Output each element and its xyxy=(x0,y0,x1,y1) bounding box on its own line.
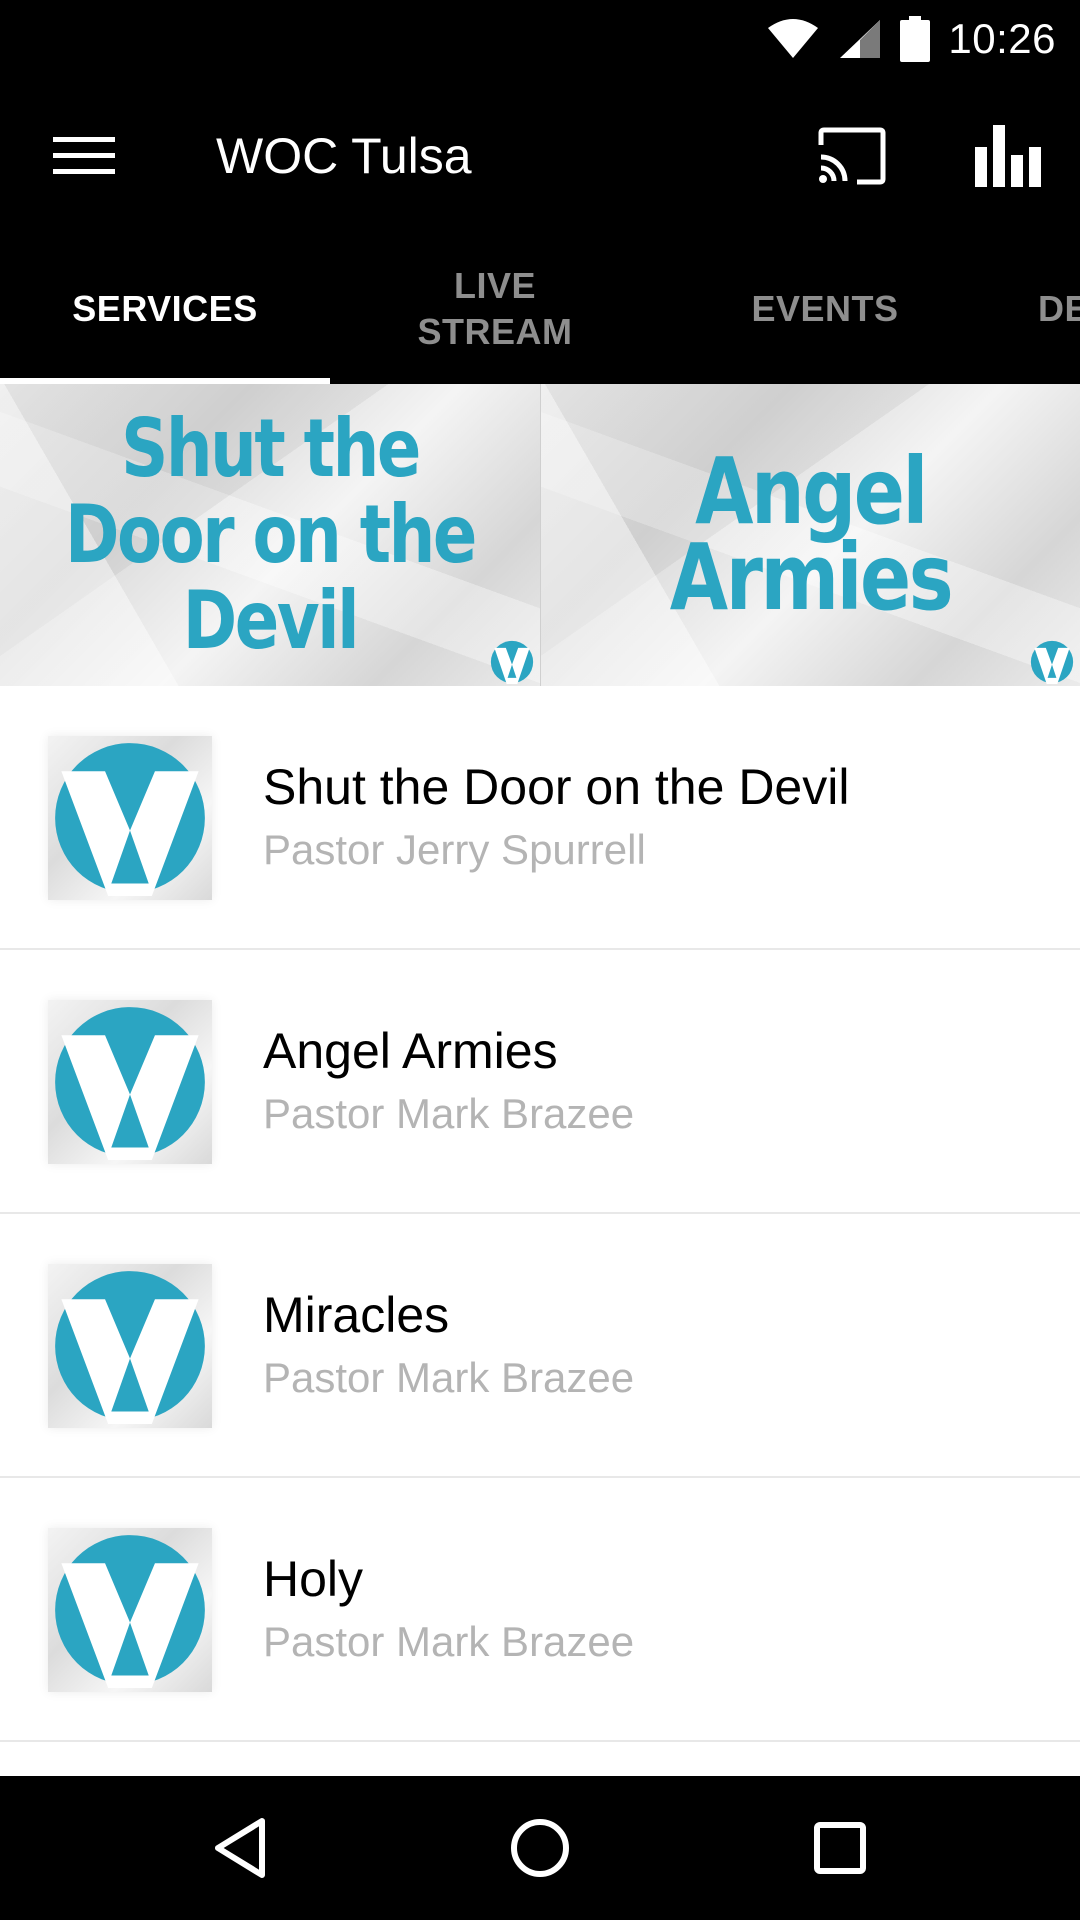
featured-banner: Shut the Door on the Devil Angel Armies xyxy=(0,384,1080,686)
status-time: 10:26 xyxy=(948,15,1056,62)
cast-icon xyxy=(818,127,886,185)
thumbnail xyxy=(48,736,212,900)
woc-logo-icon xyxy=(55,1007,205,1160)
banner-card[interactable]: Angel Armies xyxy=(540,384,1080,686)
tab-live-stream[interactable]: LIVE STREAM xyxy=(330,234,660,384)
bar-chart-icon xyxy=(975,125,1041,187)
tab-bar: SERVICES LIVE STREAM EVENTS DE xyxy=(0,234,1080,384)
app-screen: 10:26 WOC Tulsa SERVICES LIVE STREAM EVE… xyxy=(0,0,1080,1920)
woc-logo-icon xyxy=(490,640,534,684)
list-item[interactable]: Miracles Pastor Mark Brazee xyxy=(0,1214,1080,1478)
system-nav-bar xyxy=(0,1776,1080,1920)
back-icon xyxy=(215,1818,265,1878)
app-title: WOC Tulsa xyxy=(216,128,472,184)
item-title: Miracles xyxy=(263,1287,450,1343)
cast-button[interactable] xyxy=(812,123,892,189)
woc-logo-icon xyxy=(55,1271,205,1424)
item-title: Holy xyxy=(263,1551,364,1607)
tab-events[interactable]: EVENTS xyxy=(660,234,990,384)
woc-logo-icon xyxy=(55,743,205,896)
thumbnail xyxy=(48,1000,212,1164)
banner-card[interactable]: Shut the Door on the Devil xyxy=(0,384,540,686)
list-item[interactable]: Angel Armies Pastor Mark Brazee xyxy=(0,950,1080,1214)
recents-icon xyxy=(814,1822,866,1874)
item-title: Shut the Door on the Devil xyxy=(263,759,850,815)
back-button[interactable] xyxy=(204,1812,276,1884)
home-button[interactable] xyxy=(504,1812,576,1884)
app-bar: WOC Tulsa xyxy=(0,78,1080,234)
thumbnail xyxy=(48,1528,212,1692)
cell-signal-icon xyxy=(838,18,882,60)
thumbnail xyxy=(48,1264,212,1428)
list-item[interactable]: Shut the Door on the Devil Pastor Jerry … xyxy=(0,686,1080,950)
item-title: Angel Armies xyxy=(263,1023,558,1079)
menu-icon xyxy=(53,137,115,174)
item-subtitle: Pastor Mark Brazee xyxy=(263,1354,635,1401)
woc-logo-icon xyxy=(55,1535,205,1688)
item-subtitle: Pastor Jerry Spurrell xyxy=(263,826,646,873)
item-subtitle: Pastor Mark Brazee xyxy=(263,1090,635,1137)
stats-button[interactable] xyxy=(968,123,1048,189)
tab-services[interactable]: SERVICES xyxy=(0,234,330,384)
banner-title: Shut the Door on the Devil xyxy=(65,402,477,667)
banner-title: Angel Armies xyxy=(669,438,954,631)
item-subtitle: Pastor Mark Brazee xyxy=(263,1618,635,1665)
recents-button[interactable] xyxy=(804,1812,876,1884)
wifi-icon xyxy=(766,18,820,60)
list-item[interactable]: Holy Pastor Mark Brazee xyxy=(0,1478,1080,1742)
menu-button[interactable] xyxy=(48,126,120,186)
woc-logo-icon xyxy=(1030,640,1074,684)
battery-icon xyxy=(900,16,931,62)
tab-more[interactable]: DE xyxy=(990,234,1080,384)
status-bar: 10:26 xyxy=(0,0,1080,78)
home-icon xyxy=(511,1819,569,1877)
services-list: Shut the Door on the Devil Pastor Jerry … xyxy=(0,686,1080,1742)
